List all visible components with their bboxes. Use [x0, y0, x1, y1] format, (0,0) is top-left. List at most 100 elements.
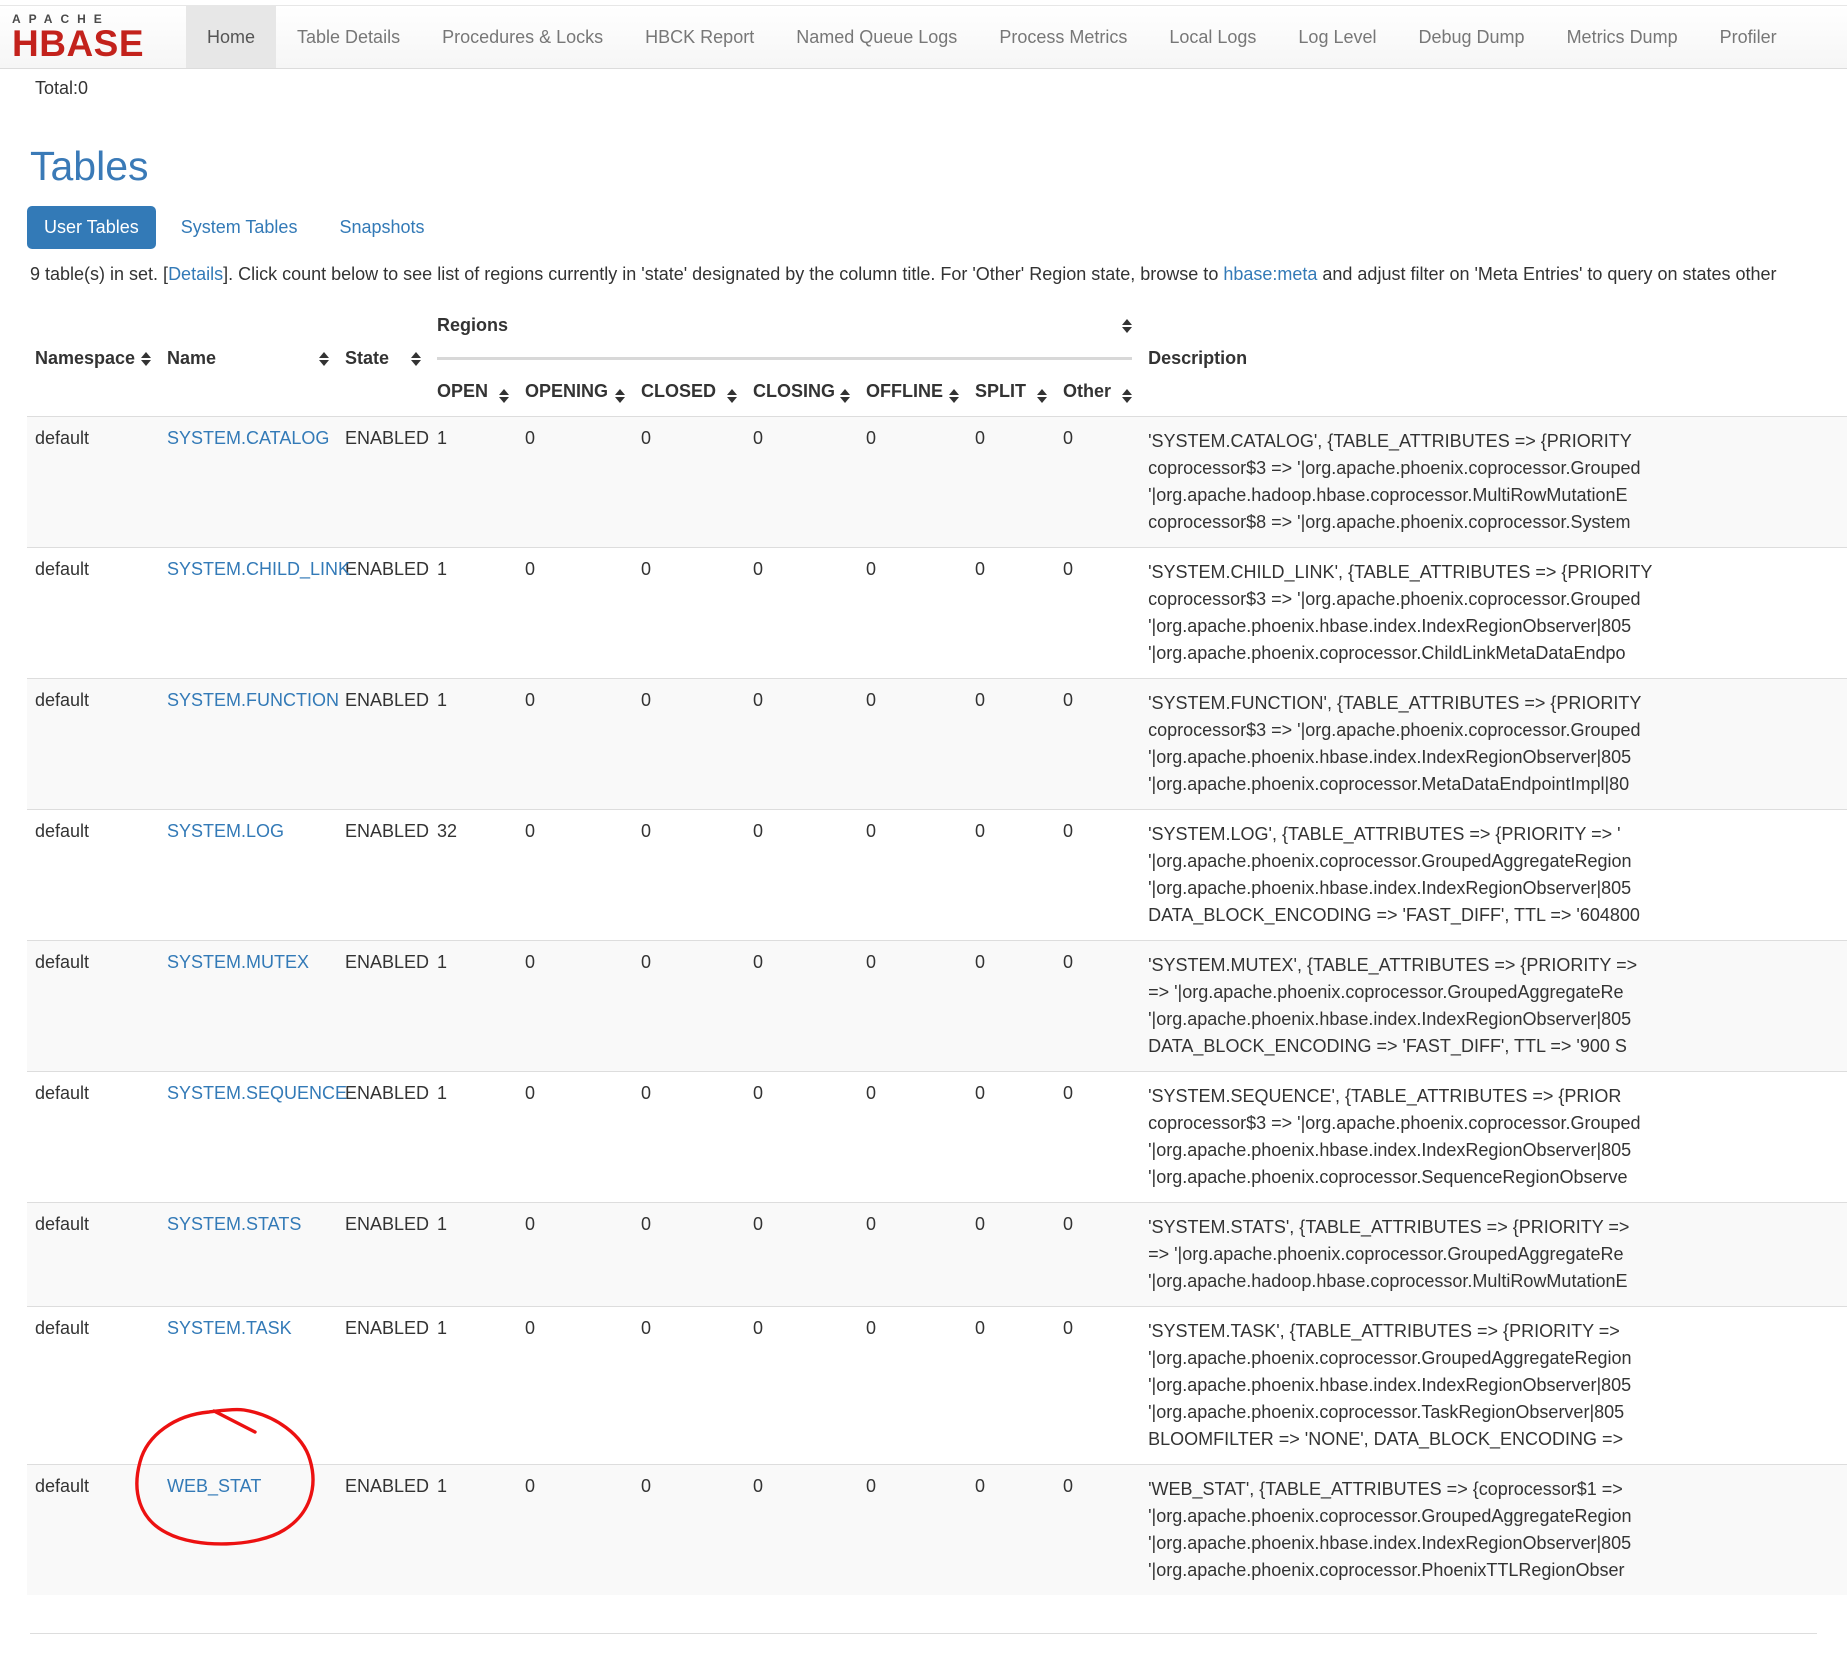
sort-icon-regions[interactable]	[1122, 319, 1132, 333]
sort-icon[interactable]	[949, 389, 959, 403]
table-name-link[interactable]: SYSTEM.MUTEX	[167, 952, 309, 972]
sort-icon[interactable]	[1122, 389, 1132, 403]
col-header-other[interactable]: Other	[1055, 375, 1140, 417]
cell-opening-count[interactable]: 0	[517, 941, 633, 1072]
table-name-link[interactable]: SYSTEM.LOG	[167, 821, 284, 841]
sort-icon-state[interactable]	[411, 352, 421, 366]
col-header-opening[interactable]: OPENING	[517, 375, 633, 417]
sort-icon[interactable]	[1037, 389, 1047, 403]
cell-closed-count[interactable]: 0	[633, 548, 745, 679]
cell-offline-count[interactable]: 0	[858, 417, 967, 548]
cell-offline-count[interactable]: 0	[858, 941, 967, 1072]
cell-open-count[interactable]: 1	[429, 1203, 517, 1307]
col-header-name[interactable]: Name	[159, 342, 337, 375]
cell-closing-count[interactable]: 0	[745, 1072, 858, 1203]
cell-other-count[interactable]: 0	[1055, 1203, 1140, 1307]
cell-offline-count[interactable]: 0	[858, 1072, 967, 1203]
col-header-split[interactable]: SPLIT	[967, 375, 1055, 417]
sort-icon-name[interactable]	[319, 352, 329, 366]
cell-split-count[interactable]: 0	[967, 1203, 1055, 1307]
cell-opening-count[interactable]: 0	[517, 1072, 633, 1203]
cell-closed-count[interactable]: 0	[633, 1465, 745, 1596]
cell-closed-count[interactable]: 0	[633, 810, 745, 941]
cell-other-count[interactable]: 0	[1055, 417, 1140, 548]
cell-open-count[interactable]: 1	[429, 1307, 517, 1465]
cell-split-count[interactable]: 0	[967, 941, 1055, 1072]
cell-name: SYSTEM.TASK	[159, 1307, 337, 1465]
tab-system-tables[interactable]: System Tables	[164, 206, 315, 249]
cell-split-count[interactable]: 0	[967, 1465, 1055, 1596]
cell-split-count[interactable]: 0	[967, 679, 1055, 810]
col-header-closed[interactable]: CLOSED	[633, 375, 745, 417]
cell-opening-count[interactable]: 0	[517, 679, 633, 810]
tab-snapshots[interactable]: Snapshots	[322, 206, 441, 249]
cell-open-count[interactable]: 1	[429, 1465, 517, 1596]
sort-icon[interactable]	[727, 389, 737, 403]
cell-other-count[interactable]: 0	[1055, 679, 1140, 810]
hbase-meta-link[interactable]: hbase:meta	[1223, 264, 1317, 284]
cell-offline-count[interactable]: 0	[858, 548, 967, 679]
cell-offline-count[interactable]: 0	[858, 1307, 967, 1465]
cell-open-count[interactable]: 1	[429, 941, 517, 1072]
table-name-link[interactable]: SYSTEM.SEQUENCE	[167, 1083, 347, 1103]
cell-closed-count[interactable]: 0	[633, 679, 745, 810]
cell-closing-count[interactable]: 0	[745, 1203, 858, 1307]
cell-closed-count[interactable]: 0	[633, 1072, 745, 1203]
cell-opening-count[interactable]: 0	[517, 1203, 633, 1307]
sort-icon-namespace[interactable]	[141, 352, 151, 366]
cell-other-count[interactable]: 0	[1055, 548, 1140, 679]
cell-closing-count[interactable]: 0	[745, 810, 858, 941]
cell-opening-count[interactable]: 0	[517, 1465, 633, 1596]
sort-icon[interactable]	[840, 389, 850, 403]
col-header-offline[interactable]: OFFLINE	[858, 375, 967, 417]
cell-other-count[interactable]: 0	[1055, 810, 1140, 941]
cell-opening-count[interactable]: 0	[517, 810, 633, 941]
table-name-link[interactable]: SYSTEM.CHILD_LINK	[167, 559, 350, 579]
cell-closed-count[interactable]: 0	[633, 941, 745, 1072]
col-header-namespace[interactable]: Namespace	[27, 342, 159, 375]
sort-icon[interactable]	[615, 389, 625, 403]
cell-other-count[interactable]: 0	[1055, 1072, 1140, 1203]
col-header-closing[interactable]: CLOSING	[745, 375, 858, 417]
cell-open-count[interactable]: 32	[429, 810, 517, 941]
details-link[interactable]: Details	[168, 264, 223, 284]
table-name-link[interactable]: WEB_STAT	[167, 1476, 261, 1496]
sort-icon[interactable]	[499, 389, 509, 403]
cell-offline-count[interactable]: 0	[858, 1465, 967, 1596]
cell-offline-count[interactable]: 0	[858, 810, 967, 941]
cell-split-count[interactable]: 0	[967, 548, 1055, 679]
cell-open-count[interactable]: 1	[429, 417, 517, 548]
cell-closing-count[interactable]: 0	[745, 1465, 858, 1596]
cell-open-count[interactable]: 1	[429, 548, 517, 679]
cell-open-count[interactable]: 1	[429, 679, 517, 810]
cell-split-count[interactable]: 0	[967, 1307, 1055, 1465]
cell-other-count[interactable]: 0	[1055, 1307, 1140, 1465]
cell-open-count[interactable]: 1	[429, 1072, 517, 1203]
cell-closing-count[interactable]: 0	[745, 1307, 858, 1465]
col-header-open[interactable]: OPEN	[429, 375, 517, 417]
col-header-state[interactable]: State	[337, 342, 429, 375]
cell-other-count[interactable]: 0	[1055, 941, 1140, 1072]
cell-other-count[interactable]: 0	[1055, 1465, 1140, 1596]
cell-split-count[interactable]: 0	[967, 417, 1055, 548]
table-name-link[interactable]: SYSTEM.STATS	[167, 1214, 301, 1234]
cell-opening-count[interactable]: 0	[517, 1307, 633, 1465]
cell-closed-count[interactable]: 0	[633, 1203, 745, 1307]
cell-description: 'SYSTEM.MUTEX', {TABLE_ATTRIBUTES => {PR…	[1140, 941, 1847, 1072]
cell-closing-count[interactable]: 0	[745, 679, 858, 810]
cell-split-count[interactable]: 0	[967, 1072, 1055, 1203]
cell-opening-count[interactable]: 0	[517, 548, 633, 679]
table-name-link[interactable]: SYSTEM.TASK	[167, 1318, 292, 1338]
cell-closing-count[interactable]: 0	[745, 417, 858, 548]
cell-closing-count[interactable]: 0	[745, 941, 858, 1072]
cell-closed-count[interactable]: 0	[633, 417, 745, 548]
cell-closing-count[interactable]: 0	[745, 548, 858, 679]
tab-user-tables[interactable]: User Tables	[27, 206, 156, 249]
cell-closed-count[interactable]: 0	[633, 1307, 745, 1465]
cell-split-count[interactable]: 0	[967, 810, 1055, 941]
table-name-link[interactable]: SYSTEM.FUNCTION	[167, 690, 339, 710]
cell-opening-count[interactable]: 0	[517, 417, 633, 548]
cell-offline-count[interactable]: 0	[858, 1203, 967, 1307]
table-name-link[interactable]: SYSTEM.CATALOG	[167, 428, 329, 448]
cell-offline-count[interactable]: 0	[858, 679, 967, 810]
